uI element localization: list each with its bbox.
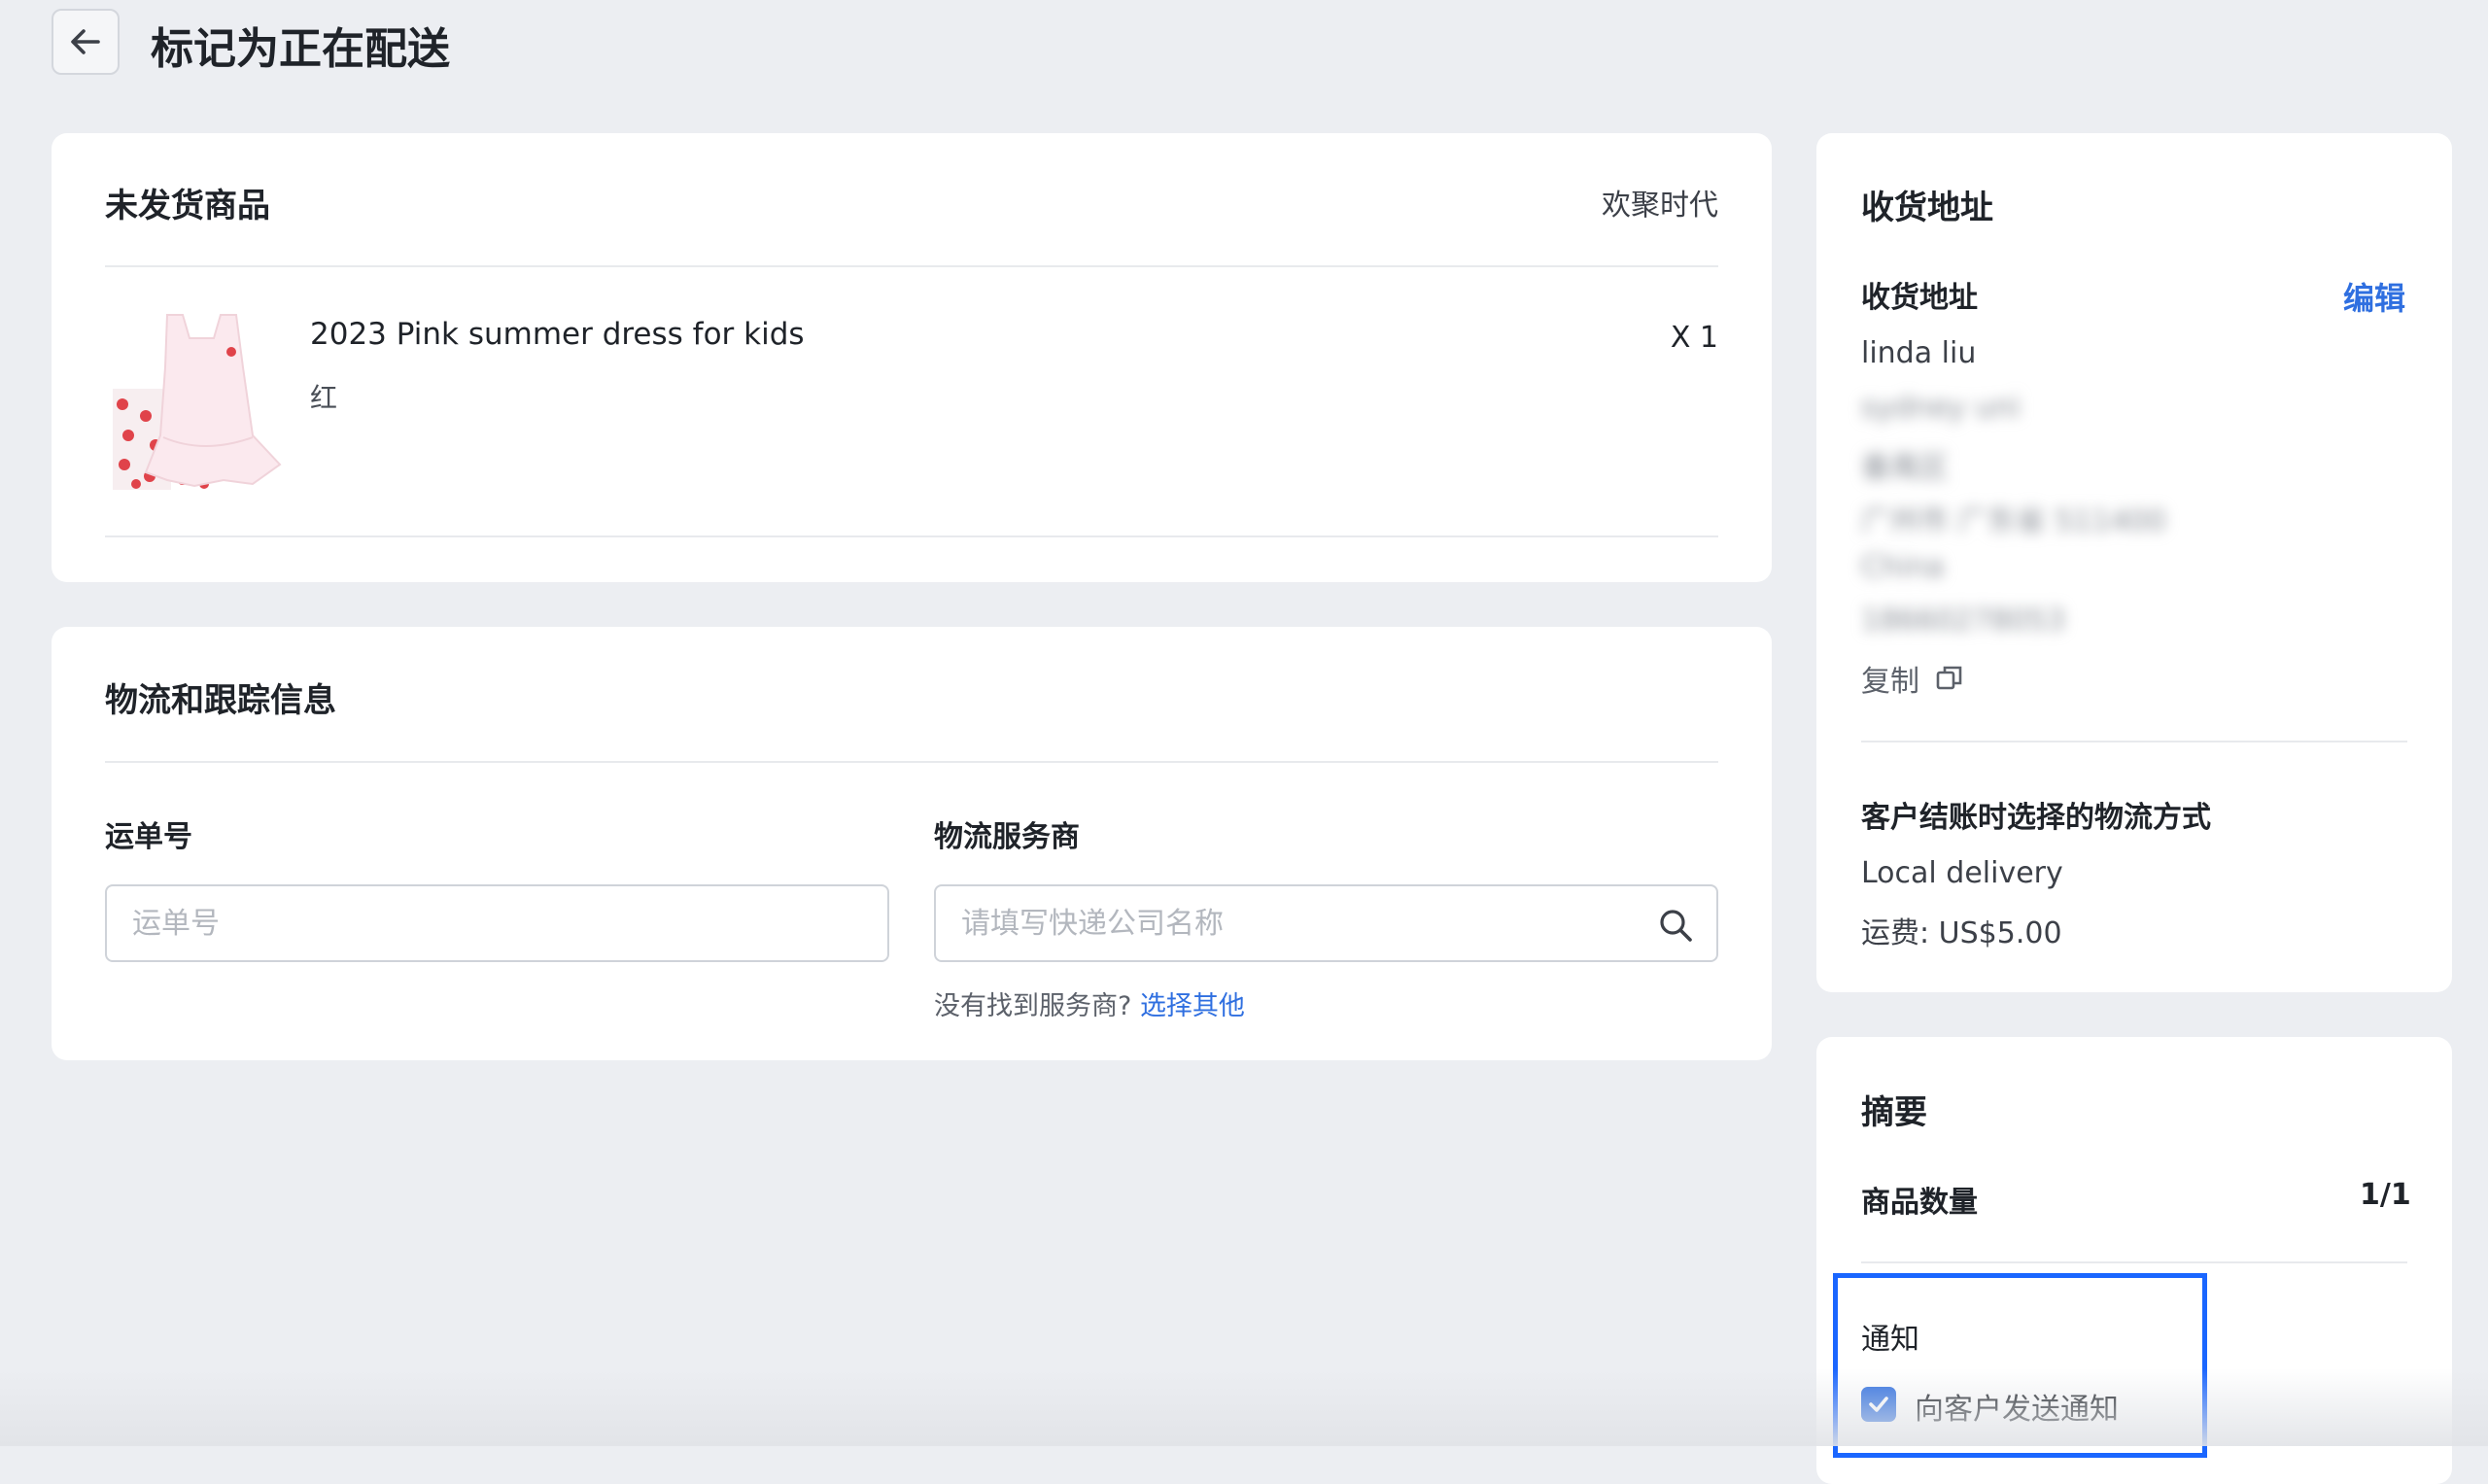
address-line: 番禺区 bbox=[1861, 451, 1949, 485]
store-name: 欢聚时代 bbox=[1602, 189, 1718, 223]
address-line: China bbox=[1861, 550, 1945, 584]
items-divider-top bbox=[105, 265, 1718, 267]
shipping-method: Local delivery bbox=[1861, 856, 2063, 890]
address-subtitle: 收货地址 bbox=[1861, 281, 1978, 315]
address-line: sydney uni bbox=[1861, 391, 2021, 425]
phone-number: 18660278053 bbox=[1861, 604, 2065, 638]
back-button[interactable] bbox=[52, 9, 120, 75]
shipping-fee: 运费: US$5.00 bbox=[1861, 916, 2062, 950]
copy-label: 复制 bbox=[1861, 665, 1919, 699]
address-divider bbox=[1861, 741, 2407, 742]
address-line: 广州市 广东省 511400 bbox=[1861, 504, 2166, 538]
checkmark-icon bbox=[1869, 1397, 1888, 1412]
items-divider-bottom bbox=[105, 535, 1718, 537]
carrier-label: 物流服务商 bbox=[934, 820, 1080, 854]
product-variant: 红 bbox=[310, 382, 338, 414]
product-quantity: X 1 bbox=[1670, 321, 1718, 355]
item-count-value: 1/1 bbox=[2360, 1178, 2411, 1212]
carrier-hint: 没有找到服务商? 选择其他 bbox=[934, 984, 1245, 1022]
unshipped-items-title: 未发货商品 bbox=[105, 187, 270, 225]
unshipped-items-card bbox=[52, 133, 1772, 582]
copy-address-button[interactable]: 复制 bbox=[1861, 657, 1964, 700]
edit-address-link[interactable]: 编辑 bbox=[2343, 274, 2405, 319]
notification-title: 通知 bbox=[1861, 1323, 1919, 1357]
summary-title: 摘要 bbox=[1861, 1093, 1927, 1132]
product-thumbnail[interactable] bbox=[107, 309, 282, 494]
carrier-search-input[interactable] bbox=[934, 884, 1718, 962]
carrier-hint-text: 没有找到服务商? bbox=[934, 991, 1132, 1021]
dress-image-icon bbox=[113, 314, 282, 490]
copy-icon bbox=[1936, 666, 1962, 690]
summary-divider bbox=[1861, 1261, 2407, 1263]
choose-other-carrier-link[interactable]: 选择其他 bbox=[1140, 991, 1245, 1021]
logistics-divider bbox=[105, 761, 1718, 763]
recipient-name: linda liu bbox=[1861, 336, 1977, 370]
notification-highlight-box bbox=[1833, 1273, 2207, 1458]
search-icon[interactable] bbox=[1656, 906, 1695, 945]
address-card-title: 收货地址 bbox=[1861, 189, 1993, 227]
item-count-label: 商品数量 bbox=[1861, 1186, 1978, 1220]
arrow-left-icon bbox=[71, 29, 100, 54]
tracking-number-label: 运单号 bbox=[105, 820, 192, 854]
checkout-shipping-title: 客户结账时选择的物流方式 bbox=[1861, 801, 2211, 835]
send-notification-checkbox[interactable] bbox=[1861, 1387, 1896, 1422]
send-notification-label[interactable]: 向客户发送通知 bbox=[1915, 1385, 2119, 1428]
page-title: 标记为正在配送 bbox=[151, 24, 450, 74]
logistics-title: 物流和跟踪信息 bbox=[105, 681, 336, 720]
tracking-number-input[interactable] bbox=[105, 884, 889, 962]
product-name[interactable]: 2023 Pink summer dress for kids bbox=[310, 317, 805, 352]
